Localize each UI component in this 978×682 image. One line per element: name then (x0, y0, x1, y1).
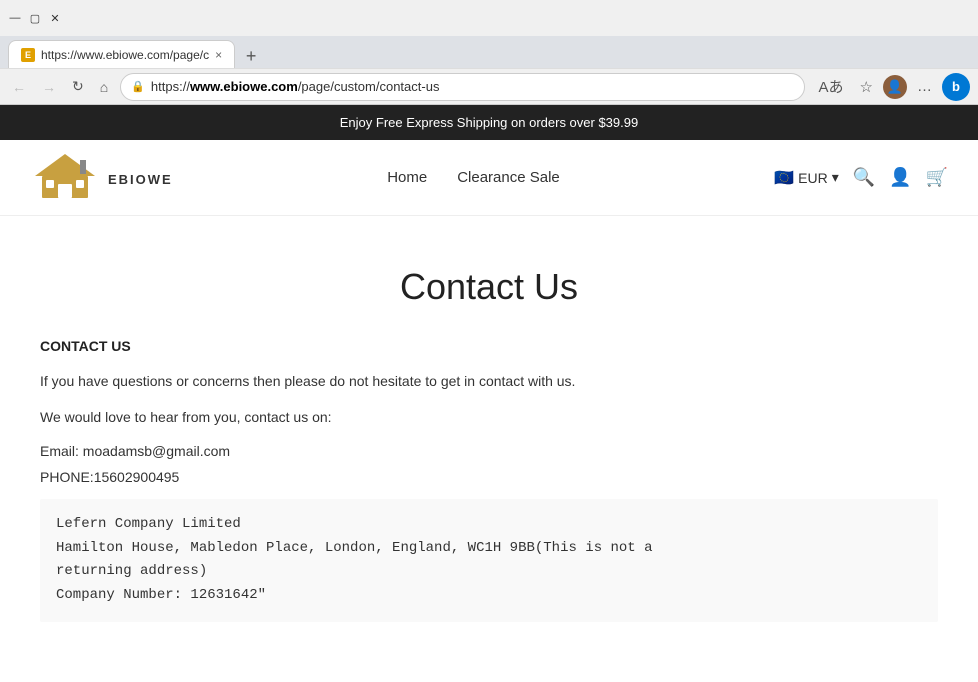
currency-selector[interactable]: 🇪🇺 EUR ▾ (774, 168, 839, 188)
page-title: Contact Us (40, 236, 938, 338)
banner-text: Enjoy Free Express Shipping on orders ov… (340, 115, 638, 130)
logo-image (30, 150, 100, 205)
site-content: Contact Us CONTACT US If you have questi… (0, 216, 978, 682)
currency-chevron: ▾ (832, 169, 839, 186)
address-line2: Hamilton House, Mabledon Place, London, … (56, 537, 922, 561)
account-icon[interactable]: 👤 (889, 167, 911, 188)
bing-button[interactable]: b (942, 73, 970, 101)
site-header: EBIOWE Home Clearance Sale 🇪🇺 EUR ▾ 🔍 👤 … (0, 140, 978, 216)
nav-home[interactable]: Home (387, 169, 427, 186)
address-bar: ← → ↻ ⌂ 🔒 https://www.ebiowe.com/page/cu… (0, 68, 978, 104)
url-bar[interactable]: 🔒 https://www.ebiowe.com/page/custom/con… (120, 73, 804, 101)
translate-button[interactable]: Aあ (813, 72, 850, 101)
contact-intro1: If you have questions or concerns then p… (40, 370, 938, 392)
address-line1: Lefern Company Limited (56, 513, 922, 537)
address-line3: returning address) (56, 560, 922, 584)
contact-heading: CONTACT US (40, 338, 938, 354)
tab-close-button[interactable]: × (215, 48, 222, 62)
maximize-button[interactable]: ▢ (28, 11, 42, 25)
currency-flag: 🇪🇺 (774, 168, 794, 188)
browser-chrome: — ▢ ✕ E https://www.ebiowe.com/page/c × … (0, 0, 978, 105)
window-controls: — ▢ ✕ (8, 11, 62, 25)
email-value: moadamsb@gmail.com (83, 443, 230, 459)
phone-value: 15602900495 (94, 469, 180, 485)
tab-title: https://www.ebiowe.com/page/c (41, 48, 209, 62)
header-actions: 🇪🇺 EUR ▾ 🔍 👤 🛒 (774, 167, 948, 188)
profile-avatar[interactable]: 👤 (883, 75, 907, 99)
address-line4: Company Number: 12631642" (56, 584, 922, 608)
close-button[interactable]: ✕ (48, 11, 62, 25)
logo-text: EBIOWE (108, 172, 173, 187)
home-button[interactable]: ⌂ (96, 75, 112, 99)
phone-label: PHONE: (40, 469, 94, 485)
refresh-button[interactable]: ↻ (68, 74, 88, 99)
active-tab[interactable]: E https://www.ebiowe.com/page/c × (8, 40, 235, 68)
favorites-button[interactable]: ☆ (854, 74, 879, 100)
forward-button[interactable]: → (38, 75, 60, 99)
url-text: https://www.ebiowe.com/page/custom/conta… (151, 79, 440, 94)
contact-email: Email: moadamsb@gmail.com (40, 443, 938, 459)
nav-clearance[interactable]: Clearance Sale (457, 169, 560, 186)
site-banner: Enjoy Free Express Shipping on orders ov… (0, 105, 978, 140)
contact-intro2: We would love to hear from you, contact … (40, 406, 938, 428)
search-icon[interactable]: 🔍 (853, 167, 875, 188)
logo-area: EBIOWE (30, 150, 173, 205)
minimize-button[interactable]: — (8, 11, 22, 25)
contact-section: CONTACT US If you have questions or conc… (40, 338, 938, 642)
toolbar-right: Aあ ☆ 👤 … b (813, 72, 970, 101)
new-tab-button[interactable]: + (239, 44, 263, 68)
back-button[interactable]: ← (8, 75, 30, 99)
cart-icon[interactable]: 🛒 (926, 167, 948, 188)
tab-bar: E https://www.ebiowe.com/page/c × + (0, 36, 978, 68)
email-label: Email: (40, 443, 79, 459)
title-bar: — ▢ ✕ (0, 0, 978, 36)
contact-address: Lefern Company Limited Hamilton House, M… (40, 499, 938, 622)
tab-favicon: E (21, 48, 35, 62)
lock-icon: 🔒 (131, 80, 145, 93)
currency-label: EUR (798, 170, 828, 186)
site-nav: Home Clearance Sale (387, 169, 560, 186)
contact-phone: PHONE:15602900495 (40, 469, 938, 485)
more-button[interactable]: … (911, 74, 938, 99)
